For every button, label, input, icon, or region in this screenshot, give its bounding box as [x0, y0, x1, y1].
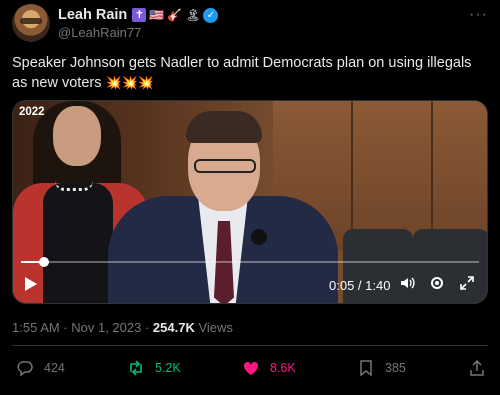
repost-count: 5.2K	[155, 361, 181, 375]
video-frame-speaker	[108, 101, 338, 303]
play-icon[interactable]	[25, 277, 37, 291]
like-count: 8.6K	[270, 361, 296, 375]
video-progress-handle[interactable]	[38, 257, 49, 267]
island-emoji-icon: 🏝	[185, 8, 201, 22]
heart-icon	[243, 361, 259, 375]
collision-emoji-icon: 💥💥💥	[105, 76, 155, 91]
volume-icon[interactable]	[399, 275, 415, 295]
views-label: Views	[198, 320, 233, 335]
tweet-header: Leah Rain ✝ 🇺🇸 🎸 🏝 ✓ @LeahRain77 ···	[12, 4, 488, 44]
bookmark-icon	[360, 360, 372, 377]
views-count: 254.7K	[152, 320, 195, 335]
author-display-name[interactable]: Leah Rain	[58, 7, 127, 23]
video-year-overlay: 2022	[19, 106, 45, 118]
author-name-row: Leah Rain ✝ 🇺🇸 🎸 🏝 ✓	[58, 7, 219, 23]
reply-button[interactable]: 424	[16, 359, 65, 377]
tweet-body: Speaker Johnson gets Nadler to admit Dem…	[12, 55, 472, 91]
reply-icon	[17, 361, 33, 377]
avatar[interactable]	[12, 4, 50, 42]
video-progress-bar[interactable]	[21, 257, 479, 267]
share-button[interactable]	[468, 359, 486, 377]
more-options-icon[interactable]: ···	[469, 6, 488, 24]
reply-count: 424	[44, 361, 65, 375]
repost-button[interactable]: 5.2K	[127, 359, 181, 377]
settings-gear-icon[interactable]	[429, 275, 445, 295]
tweet-meta: 1:55 AM · Nov 1, 2023 · 254.7K Views	[12, 320, 233, 335]
tweet-timestamp[interactable]: 1:55 AM · Nov 1, 2023 ·	[12, 320, 153, 335]
action-bar: 424 5.2K 8.6K 385	[12, 359, 488, 381]
guitar-emoji-icon: 🎸	[167, 8, 183, 22]
divider	[12, 345, 488, 346]
verified-badge-icon[interactable]: ✓	[203, 7, 219, 23]
repost-icon	[130, 360, 142, 376]
video-player[interactable]: 2022 0:05 / 1:40	[12, 100, 488, 304]
us-flag-emoji-icon: 🇺🇸	[149, 8, 165, 22]
author-handle[interactable]: @LeahRain77	[58, 25, 141, 40]
fullscreen-icon[interactable]	[459, 275, 475, 295]
video-time: 0:05 / 1:40	[329, 278, 391, 293]
share-icon	[470, 359, 484, 376]
tweet-text: Speaker Johnson gets Nadler to admit Dem…	[12, 53, 488, 94]
bookmark-button[interactable]: 385	[357, 359, 406, 377]
cross-emoji-icon: ✝	[132, 8, 147, 22]
bookmark-count: 385	[385, 361, 406, 375]
like-button[interactable]: 8.6K	[242, 359, 296, 377]
